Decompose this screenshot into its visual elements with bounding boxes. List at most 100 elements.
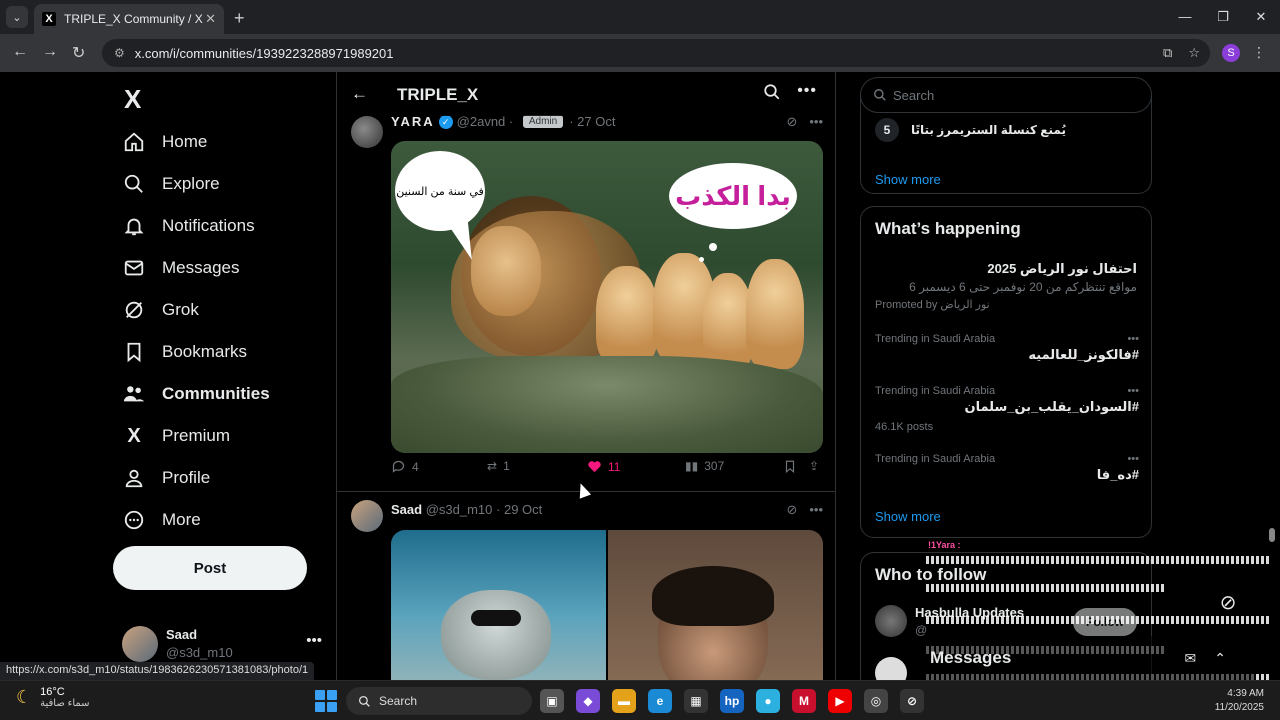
mcafee-icon[interactable]: M: [792, 689, 816, 713]
nav-explore[interactable]: Explore: [122, 166, 220, 202]
home-icon: [122, 130, 146, 154]
hp-icon[interactable]: hp: [720, 689, 744, 713]
bookmark-icon[interactable]: [783, 459, 797, 474]
more-icon[interactable]: •••: [809, 502, 823, 518]
rank-text: يُمنع كنسلة الستريمرز بتاتًا: [911, 123, 1066, 137]
nav-home[interactable]: Home: [122, 124, 207, 160]
avatar[interactable]: [875, 605, 907, 637]
search-icon[interactable]: [763, 83, 781, 106]
tab-list-button[interactable]: ⌄: [6, 6, 28, 28]
promo-title[interactable]: احتفال نور الرياض 2025: [987, 261, 1137, 277]
youtube-icon[interactable]: ▶: [828, 689, 852, 713]
tweet-image[interactable]: في سنة من السنين بدا الكذب: [391, 141, 823, 453]
app-icon[interactable]: ⊘: [900, 689, 924, 713]
nav-notifications[interactable]: Notifications: [122, 208, 255, 244]
minimize-button[interactable]: —: [1166, 0, 1204, 34]
copilot-icon[interactable]: ◆: [576, 689, 600, 713]
trend-item[interactable]: Trending in Saudi Arabia #السودان_يقلب_ب…: [875, 385, 1139, 433]
expand-icon[interactable]: ⌃: [1214, 650, 1226, 667]
nav-profile[interactable]: Profile: [122, 460, 210, 496]
separator: ·: [505, 114, 517, 129]
new-message-icon[interactable]: ✉: [1185, 650, 1197, 667]
page-scrollbar[interactable]: [1268, 74, 1276, 674]
author-handle[interactable]: @2avnd: [457, 114, 506, 129]
account-more-icon[interactable]: •••: [306, 632, 322, 649]
trend-item[interactable]: Trending in Saudi Arabia #ده_فا •••: [875, 453, 1139, 483]
edge-icon[interactable]: e: [648, 689, 672, 713]
more-icon[interactable]: •••: [797, 82, 817, 100]
chrome-icon[interactable]: ◎: [864, 689, 888, 713]
like-button[interactable]: 11: [587, 459, 620, 474]
nav-bookmarks[interactable]: Bookmarks: [122, 334, 247, 370]
tweet-image[interactable]: [391, 530, 606, 680]
trend-item[interactable]: Trending in Saudi Arabia #فالكونز_للعالم…: [875, 333, 1139, 363]
scrollbar-thumb[interactable]: [1269, 528, 1275, 542]
install-app-icon[interactable]: ⧉: [1163, 45, 1172, 61]
tweet-date[interactable]: 27 Oct: [577, 114, 615, 129]
views-button[interactable]: ▮▮ 307: [685, 459, 724, 473]
reload-button[interactable]: ↻: [72, 43, 85, 63]
search-input[interactable]: Search: [860, 77, 1152, 113]
grok-float-icon[interactable]: ⊘: [1208, 584, 1248, 620]
messages-drawer[interactable]: Messages ✉ ⌃: [916, 636, 1256, 680]
avatar[interactable]: [351, 116, 383, 148]
more-icon[interactable]: •••: [1127, 333, 1139, 345]
browser-profile-avatar[interactable]: S: [1222, 44, 1240, 62]
post-button[interactable]: Post: [113, 546, 307, 590]
store-icon[interactable]: ▦: [684, 689, 708, 713]
tweet[interactable]: YARA ✓ @2avnd · Admin · 27 Oct ⊘ ••• في …: [337, 108, 835, 492]
show-more-link[interactable]: Show more: [875, 509, 941, 524]
site-info-icon[interactable]: ⚙: [114, 46, 125, 60]
author-name[interactable]: YARA: [391, 114, 435, 129]
more-icon[interactable]: •••: [1127, 385, 1139, 397]
moon-icon: ☾: [16, 687, 33, 707]
nav-bookmarks-label: Bookmarks: [162, 342, 248, 361]
grok-icon[interactable]: ⊘: [786, 502, 797, 518]
avatar[interactable]: [875, 657, 907, 680]
app-icon[interactable]: ●: [756, 689, 780, 713]
nav-communities[interactable]: Communities: [122, 376, 270, 412]
nav-messages[interactable]: Messages: [122, 250, 239, 286]
share-icon[interactable]: ⇪: [809, 459, 819, 473]
list-item[interactable]: 5 يُمنع كنسلة الستريمرز بتاتًا: [875, 118, 1139, 142]
browser-tab[interactable]: X TRIPLE_X Community / X ✕: [34, 4, 224, 34]
more-icon[interactable]: •••: [809, 114, 823, 130]
tab-title: TRIPLE_X Community / X: [64, 12, 203, 26]
follow-button[interactable]: Follow: [1073, 608, 1137, 636]
nav-more[interactable]: More: [122, 502, 201, 538]
account-name: Saad: [166, 627, 198, 642]
reply-button[interactable]: 4: [391, 459, 419, 474]
author-handle[interactable]: @s3d_m10: [426, 502, 493, 517]
avatar[interactable]: [351, 500, 383, 532]
file-explorer-icon[interactable]: ▬: [612, 689, 636, 713]
show-more-link[interactable]: Show more: [875, 172, 941, 187]
tweet-image[interactable]: [608, 530, 823, 680]
close-window-button[interactable]: ✕: [1242, 0, 1280, 34]
repost-button[interactable]: ⇄ 1: [487, 459, 510, 473]
nav-grok[interactable]: Grok: [122, 292, 199, 328]
author-name[interactable]: Saad: [391, 502, 422, 517]
x-logo-icon[interactable]: X: [124, 84, 141, 115]
start-button[interactable]: [315, 690, 337, 712]
tweet[interactable]: Saad @s3d_m10 · 29 Oct ⊘ •••: [337, 492, 835, 680]
suggested-name[interactable]: Hasbulla Updates: [915, 605, 1024, 620]
tab-close-icon[interactable]: ✕: [205, 11, 216, 27]
bookmark-star-icon[interactable]: ☆: [1188, 45, 1200, 61]
grok-icon[interactable]: ⊘: [786, 114, 797, 130]
account-switcher[interactable]: Saad @s3d_m10 •••: [122, 624, 322, 664]
maximize-button[interactable]: ❐: [1204, 0, 1242, 34]
tweet-date[interactable]: 29 Oct: [504, 502, 542, 517]
browser-menu-icon[interactable]: ⋮: [1252, 44, 1266, 61]
url-field[interactable]: ⚙ x.com/i/communities/193922328897198920…: [102, 39, 1210, 67]
new-tab-button[interactable]: +: [234, 8, 245, 29]
forward-button[interactable]: →: [42, 43, 58, 61]
clock-date[interactable]: 11/20/2025: [1215, 702, 1264, 713]
task-view-icon[interactable]: ▣: [540, 689, 564, 713]
back-arrow-icon[interactable]: ←: [351, 84, 368, 104]
back-button[interactable]: ←: [12, 43, 28, 61]
more-icon[interactable]: •••: [1127, 453, 1139, 465]
weather-widget[interactable]: ☾ 16°C سماء صافية: [16, 686, 90, 709]
taskbar-search[interactable]: Search: [346, 687, 532, 715]
clock-time[interactable]: 4:39 AM: [1227, 688, 1264, 699]
nav-premium[interactable]: X Premium: [122, 418, 230, 454]
